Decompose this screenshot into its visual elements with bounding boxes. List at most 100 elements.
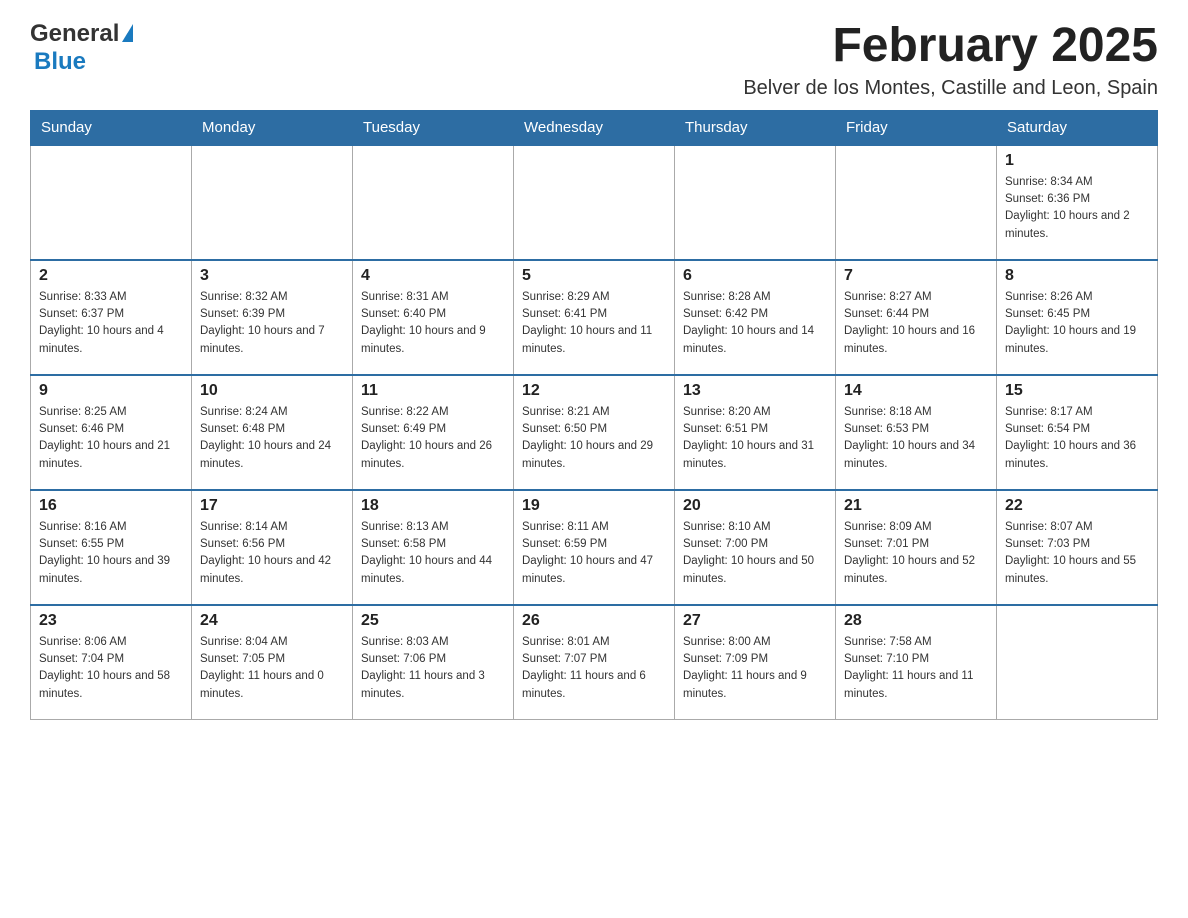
day-info: Sunrise: 8:18 AM Sunset: 6:53 PM Dayligh… — [844, 404, 988, 473]
logo-blue-text: Blue — [34, 48, 86, 75]
day-number: 26 — [522, 612, 666, 630]
calendar-table: SundayMondayTuesdayWednesdayThursdayFrid… — [30, 110, 1158, 721]
day-info: Sunrise: 8:20 AM Sunset: 6:51 PM Dayligh… — [683, 404, 827, 473]
day-number: 7 — [844, 267, 988, 285]
day-info: Sunrise: 8:28 AM Sunset: 6:42 PM Dayligh… — [683, 289, 827, 358]
calendar-cell: 2 Sunrise: 8:33 AM Sunset: 6:37 PM Daylig… — [31, 260, 192, 375]
day-info: Sunrise: 8:27 AM Sunset: 6:44 PM Dayligh… — [844, 289, 988, 358]
calendar-cell: 17 Sunrise: 8:14 AM Sunset: 6:56 PM Dayli… — [192, 490, 353, 605]
day-number: 27 — [683, 612, 827, 630]
day-number: 4 — [361, 267, 505, 285]
weekday-header-thursday: Thursday — [675, 110, 836, 145]
day-number: 11 — [361, 382, 505, 400]
calendar-cell: 21 Sunrise: 8:09 AM Sunset: 7:01 PM Dayli… — [836, 490, 997, 605]
day-number: 8 — [1005, 267, 1149, 285]
calendar-cell: 14 Sunrise: 8:18 AM Sunset: 6:53 PM Dayli… — [836, 375, 997, 490]
calendar-cell: 6 Sunrise: 8:28 AM Sunset: 6:42 PM Daylig… — [675, 260, 836, 375]
calendar-cell: 12Sunrise: 8:21 AM Sunset: 6:50 PM Dayli… — [514, 375, 675, 490]
day-info: Sunrise: 8:24 AM Sunset: 6:48 PM Dayligh… — [200, 404, 344, 473]
day-number: 20 — [683, 497, 827, 515]
day-info: Sunrise: 8:07 AM Sunset: 7:03 PM Dayligh… — [1005, 519, 1149, 588]
calendar-cell: 25 Sunrise: 8:03 AM Sunset: 7:06 PM Dayli… — [353, 605, 514, 720]
day-info: Sunrise: 8:34 AM Sunset: 6:36 PM Dayligh… — [1005, 174, 1149, 243]
calendar-cell: 13 Sunrise: 8:20 AM Sunset: 6:51 PM Dayli… — [675, 375, 836, 490]
day-number: 3 — [200, 267, 344, 285]
calendar-cell: 4 Sunrise: 8:31 AM Sunset: 6:40 PM Daylig… — [353, 260, 514, 375]
day-info: Sunrise: 7:58 AM Sunset: 7:10 PM Dayligh… — [844, 634, 988, 703]
day-info: Sunrise: 8:25 AM Sunset: 6:46 PM Dayligh… — [39, 404, 183, 473]
day-info: Sunrise: 8:16 AM Sunset: 6:55 PM Dayligh… — [39, 519, 183, 588]
weekday-header-tuesday: Tuesday — [353, 110, 514, 145]
calendar-cell: 3 Sunrise: 8:32 AM Sunset: 6:39 PM Daylig… — [192, 260, 353, 375]
calendar-cell — [514, 145, 675, 260]
week-row-2: 2 Sunrise: 8:33 AM Sunset: 6:37 PM Daylig… — [31, 260, 1158, 375]
month-year-title: February 2025 — [743, 20, 1158, 73]
calendar-cell: 24Sunrise: 8:04 AM Sunset: 7:05 PM Dayli… — [192, 605, 353, 720]
calendar-cell: 28 Sunrise: 7:58 AM Sunset: 7:10 PM Dayli… — [836, 605, 997, 720]
calendar-cell: 5 Sunrise: 8:29 AM Sunset: 6:41 PM Daylig… — [514, 260, 675, 375]
day-info: Sunrise: 8:06 AM Sunset: 7:04 PM Dayligh… — [39, 634, 183, 703]
day-number: 5 — [522, 267, 666, 285]
day-number: 17 — [200, 497, 344, 515]
calendar-cell: 1Sunrise: 8:34 AM Sunset: 6:36 PM Daylig… — [997, 145, 1158, 260]
day-number: 16 — [39, 497, 183, 515]
day-info: Sunrise: 8:14 AM Sunset: 6:56 PM Dayligh… — [200, 519, 344, 588]
day-number: 19 — [522, 497, 666, 515]
day-number: 18 — [361, 497, 505, 515]
calendar-cell: 10Sunrise: 8:24 AM Sunset: 6:48 PM Dayli… — [192, 375, 353, 490]
day-number: 15 — [1005, 382, 1149, 400]
day-number: 25 — [361, 612, 505, 630]
calendar-cell: 9 Sunrise: 8:25 AM Sunset: 6:46 PM Daylig… — [31, 375, 192, 490]
calendar-cell — [675, 145, 836, 260]
day-info: Sunrise: 8:13 AM Sunset: 6:58 PM Dayligh… — [361, 519, 505, 588]
day-number: 2 — [39, 267, 183, 285]
logo-general-text: General — [30, 20, 119, 48]
day-info: Sunrise: 8:32 AM Sunset: 6:39 PM Dayligh… — [200, 289, 344, 358]
calendar-cell: 16 Sunrise: 8:16 AM Sunset: 6:55 PM Dayli… — [31, 490, 192, 605]
calendar-cell — [997, 605, 1158, 720]
calendar-cell: 20Sunrise: 8:10 AM Sunset: 7:00 PM Dayli… — [675, 490, 836, 605]
week-row-3: 9 Sunrise: 8:25 AM Sunset: 6:46 PM Daylig… — [31, 375, 1158, 490]
day-number: 21 — [844, 497, 988, 515]
calendar-cell: 23Sunrise: 8:06 AM Sunset: 7:04 PM Dayli… — [31, 605, 192, 720]
logo-triangle-icon — [122, 24, 133, 42]
day-info: Sunrise: 8:03 AM Sunset: 7:06 PM Dayligh… — [361, 634, 505, 703]
calendar-cell: 27 Sunrise: 8:00 AM Sunset: 7:09 PM Dayli… — [675, 605, 836, 720]
day-number: 28 — [844, 612, 988, 630]
calendar-cell — [31, 145, 192, 260]
calendar-cell: 18 Sunrise: 8:13 AM Sunset: 6:58 PM Dayli… — [353, 490, 514, 605]
day-number: 13 — [683, 382, 827, 400]
weekday-header-friday: Friday — [836, 110, 997, 145]
day-info: Sunrise: 8:11 AM Sunset: 6:59 PM Dayligh… — [522, 519, 666, 588]
day-info: Sunrise: 8:21 AM Sunset: 6:50 PM Dayligh… — [522, 404, 666, 473]
day-info: Sunrise: 8:04 AM Sunset: 7:05 PM Dayligh… — [200, 634, 344, 703]
day-number: 14 — [844, 382, 988, 400]
day-info: Sunrise: 8:09 AM Sunset: 7:01 PM Dayligh… — [844, 519, 988, 588]
weekday-header-wednesday: Wednesday — [514, 110, 675, 145]
week-row-5: 23Sunrise: 8:06 AM Sunset: 7:04 PM Dayli… — [31, 605, 1158, 720]
day-info: Sunrise: 8:29 AM Sunset: 6:41 PM Dayligh… — [522, 289, 666, 358]
calendar-cell — [192, 145, 353, 260]
calendar-cell: 26 Sunrise: 8:01 AM Sunset: 7:07 PM Dayli… — [514, 605, 675, 720]
day-info: Sunrise: 8:22 AM Sunset: 6:49 PM Dayligh… — [361, 404, 505, 473]
calendar-cell: 15 Sunrise: 8:17 AM Sunset: 6:54 PM Dayli… — [997, 375, 1158, 490]
week-row-1: 1Sunrise: 8:34 AM Sunset: 6:36 PM Daylig… — [31, 145, 1158, 260]
calendar-cell: 7 Sunrise: 8:27 AM Sunset: 6:44 PM Daylig… — [836, 260, 997, 375]
weekday-header-row: SundayMondayTuesdayWednesdayThursdayFrid… — [31, 110, 1158, 145]
page-header: General Blue February 2025 Belver de los… — [30, 20, 1158, 100]
day-number: 9 — [39, 382, 183, 400]
calendar-cell: 11 Sunrise: 8:22 AM Sunset: 6:49 PM Dayli… — [353, 375, 514, 490]
day-info: Sunrise: 8:00 AM Sunset: 7:09 PM Dayligh… — [683, 634, 827, 703]
weekday-header-monday: Monday — [192, 110, 353, 145]
calendar-cell: 8 Sunrise: 8:26 AM Sunset: 6:45 PM Daylig… — [997, 260, 1158, 375]
day-info: Sunrise: 8:26 AM Sunset: 6:45 PM Dayligh… — [1005, 289, 1149, 358]
title-area: February 2025 Belver de los Montes, Cast… — [743, 20, 1158, 100]
location-subtitle: Belver de los Montes, Castille and Leon,… — [743, 77, 1158, 100]
logo: General Blue — [30, 20, 133, 76]
day-info: Sunrise: 8:01 AM Sunset: 7:07 PM Dayligh… — [522, 634, 666, 703]
day-info: Sunrise: 8:17 AM Sunset: 6:54 PM Dayligh… — [1005, 404, 1149, 473]
weekday-header-sunday: Sunday — [31, 110, 192, 145]
day-number: 6 — [683, 267, 827, 285]
day-info: Sunrise: 8:31 AM Sunset: 6:40 PM Dayligh… — [361, 289, 505, 358]
day-info: Sunrise: 8:33 AM Sunset: 6:37 PM Dayligh… — [39, 289, 183, 358]
